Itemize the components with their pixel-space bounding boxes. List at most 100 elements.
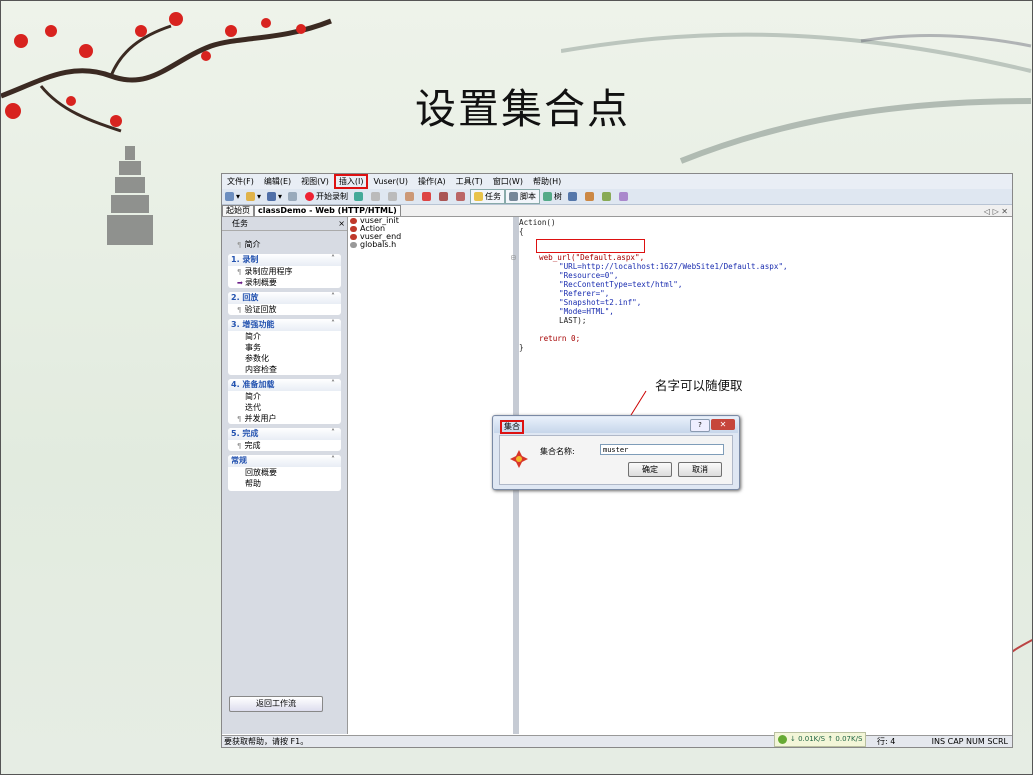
task-group-enhance: 3. 增强功能 ˄ 简介 事务 参数化 内容检查 bbox=[228, 319, 341, 375]
collapse-icon[interactable]: ˄ bbox=[331, 378, 335, 390]
help-button[interactable]: ? bbox=[690, 419, 710, 432]
tab-start-page[interactable]: 起始页 bbox=[222, 205, 254, 216]
slide-background: 设置集合点 文件(F) 编辑(E) 视图(V) 插入(I) Vuser(U) 操… bbox=[0, 0, 1033, 775]
menu-actions[interactable]: 操作(A) bbox=[413, 176, 451, 187]
search-icon bbox=[288, 192, 298, 201]
status-help-text: 要获取帮助，请按 F1。 bbox=[224, 737, 309, 746]
task-item[interactable]: 内容检查 bbox=[228, 364, 341, 375]
menu-window[interactable]: 窗口(W) bbox=[488, 176, 528, 187]
task-group-finish: 5. 完成˄ 完成 bbox=[228, 428, 341, 451]
disk-icon bbox=[267, 192, 277, 201]
collapse-icon[interactable]: ˄ bbox=[331, 291, 335, 303]
layout-button-1[interactable] bbox=[582, 190, 599, 203]
folder-icon bbox=[246, 192, 256, 201]
compile-button[interactable] bbox=[402, 190, 419, 203]
task-pane-title: 任务 bbox=[232, 219, 248, 228]
code-line: return 0; bbox=[539, 334, 581, 343]
fold-icon[interactable]: ⊟ bbox=[511, 253, 516, 262]
tree-icon bbox=[543, 192, 553, 201]
cancel-button[interactable]: 取消 bbox=[678, 462, 722, 477]
collapse-icon[interactable]: ˄ bbox=[331, 454, 335, 466]
run-button[interactable] bbox=[351, 190, 368, 203]
save-button[interactable]: ▾ bbox=[264, 190, 285, 203]
compile-icon bbox=[405, 192, 415, 201]
document-tabs: 起始页 classDemo - Web (HTTP/HTML) ◁ ▷ ✕ bbox=[222, 205, 1012, 217]
find-button[interactable] bbox=[285, 190, 302, 203]
layout-button-2[interactable] bbox=[599, 190, 616, 203]
task-group-general: 常规 ˄ 回放概要 帮助 bbox=[228, 455, 341, 491]
return-to-workflow-button[interactable]: 返回工作流 bbox=[229, 696, 323, 712]
step-button[interactable] bbox=[419, 190, 436, 203]
layout-button-3[interactable] bbox=[616, 190, 633, 203]
code-line: } bbox=[519, 343, 524, 352]
tree-item-globals[interactable]: globals.h bbox=[348, 241, 513, 249]
tree-view-button[interactable]: 树 bbox=[540, 190, 565, 203]
task-item[interactable]: 参数化 bbox=[228, 353, 341, 364]
task-group-replay: 2. 回放˄ 验证回放 bbox=[228, 292, 341, 315]
bookmark-button[interactable] bbox=[453, 190, 470, 203]
open-button[interactable]: ▾ bbox=[243, 190, 264, 203]
dialog-close-button[interactable]: ✕ bbox=[711, 419, 735, 430]
code-line: "Resource=0", bbox=[559, 271, 619, 280]
tree-label: 树 bbox=[554, 192, 563, 201]
collapse-icon[interactable]: ˄ bbox=[331, 253, 335, 265]
collapse-icon[interactable]: ˄ bbox=[331, 318, 335, 330]
tab-script[interactable]: classDemo - Web (HTTP/HTML) bbox=[254, 205, 401, 216]
task-item-current[interactable]: 录制概要 bbox=[228, 277, 341, 288]
dialog-body: 集合名称: muster 确定 取消 bbox=[499, 435, 733, 485]
menu-vuser[interactable]: Vuser(U) bbox=[368, 177, 412, 186]
new-script-button[interactable]: ▾ bbox=[222, 190, 243, 203]
status-line-number: 行: 4 bbox=[877, 737, 896, 746]
task-item[interactable]: 完成 bbox=[228, 440, 341, 451]
step-icon bbox=[422, 192, 432, 201]
stop-icon bbox=[371, 192, 381, 201]
tab-controls[interactable]: ◁ ▷ ✕ bbox=[984, 207, 1012, 216]
collapse-icon[interactable]: ˄ bbox=[331, 427, 335, 439]
menu-tools[interactable]: 工具(T) bbox=[451, 176, 488, 187]
new-icon bbox=[225, 192, 234, 201]
task-item[interactable]: 回放概要 bbox=[228, 467, 341, 478]
task-intro-link[interactable]: 简介 bbox=[228, 239, 341, 250]
task-item[interactable]: 简介 bbox=[228, 331, 341, 342]
ink-brush-decoration bbox=[561, 32, 1032, 164]
task-item[interactable]: 验证回放 bbox=[228, 304, 341, 315]
tasks-button[interactable]: 任务 bbox=[470, 189, 506, 204]
breakpoint-button[interactable] bbox=[436, 190, 453, 203]
bookmark-icon bbox=[456, 192, 466, 201]
code-line: "Mode=HTML", bbox=[559, 307, 614, 316]
task-group-header[interactable]: 3. 增强功能 ˄ bbox=[228, 319, 341, 331]
rendezvous-name-input[interactable]: muster bbox=[600, 444, 724, 455]
pause-button[interactable] bbox=[385, 190, 402, 203]
task-group-header[interactable]: 5. 完成 ˄ bbox=[228, 428, 341, 440]
rendezvous-icon bbox=[510, 450, 528, 468]
task-group-header[interactable]: 常规 ˄ bbox=[228, 455, 341, 467]
task-item[interactable]: 录制应用程序 bbox=[228, 266, 341, 277]
close-icon[interactable]: × bbox=[338, 217, 345, 230]
script-view-button[interactable]: 脚本 bbox=[505, 189, 541, 204]
task-item[interactable]: 并发用户 bbox=[228, 413, 341, 424]
menu-view[interactable]: 视图(V) bbox=[296, 176, 334, 187]
menu-file[interactable]: 文件(F) bbox=[222, 176, 259, 187]
task-item[interactable]: 事务 bbox=[228, 342, 341, 353]
menu-help[interactable]: 帮助(H) bbox=[528, 176, 566, 187]
menu-edit[interactable]: 编辑(E) bbox=[259, 176, 296, 187]
menu-insert[interactable]: 插入(I) bbox=[333, 174, 369, 189]
task-item[interactable]: 简介 bbox=[228, 391, 341, 402]
task-group-header[interactable]: 1. 录制 ˄ bbox=[228, 254, 341, 266]
annotation-text: 名字可以随便取 bbox=[655, 378, 743, 393]
toolbar: ▾ ▾ ▾ 开始录制 任务 脚本 树 bbox=[222, 189, 1012, 205]
task-group-header[interactable]: 2. 回放 ˄ bbox=[228, 292, 341, 304]
task-group-header[interactable]: 4. 准备加载 ˄ bbox=[228, 379, 341, 391]
download-speed: ↓ 0.01K/S bbox=[790, 735, 826, 743]
start-record-button[interactable]: 开始录制 bbox=[302, 190, 351, 203]
action-icon bbox=[350, 234, 357, 240]
code-line: LAST); bbox=[559, 316, 587, 325]
stop-button[interactable] bbox=[368, 190, 385, 203]
header-file-icon bbox=[350, 242, 357, 248]
breakpoint-icon bbox=[439, 192, 449, 201]
task-item[interactable]: 迭代 bbox=[228, 402, 341, 413]
code-line: "URL=http://localhost:1627/WebSite1/Defa… bbox=[559, 262, 788, 271]
task-item[interactable]: 帮助 bbox=[228, 478, 341, 489]
ok-button[interactable]: 确定 bbox=[628, 462, 672, 477]
output-button[interactable] bbox=[565, 190, 582, 203]
